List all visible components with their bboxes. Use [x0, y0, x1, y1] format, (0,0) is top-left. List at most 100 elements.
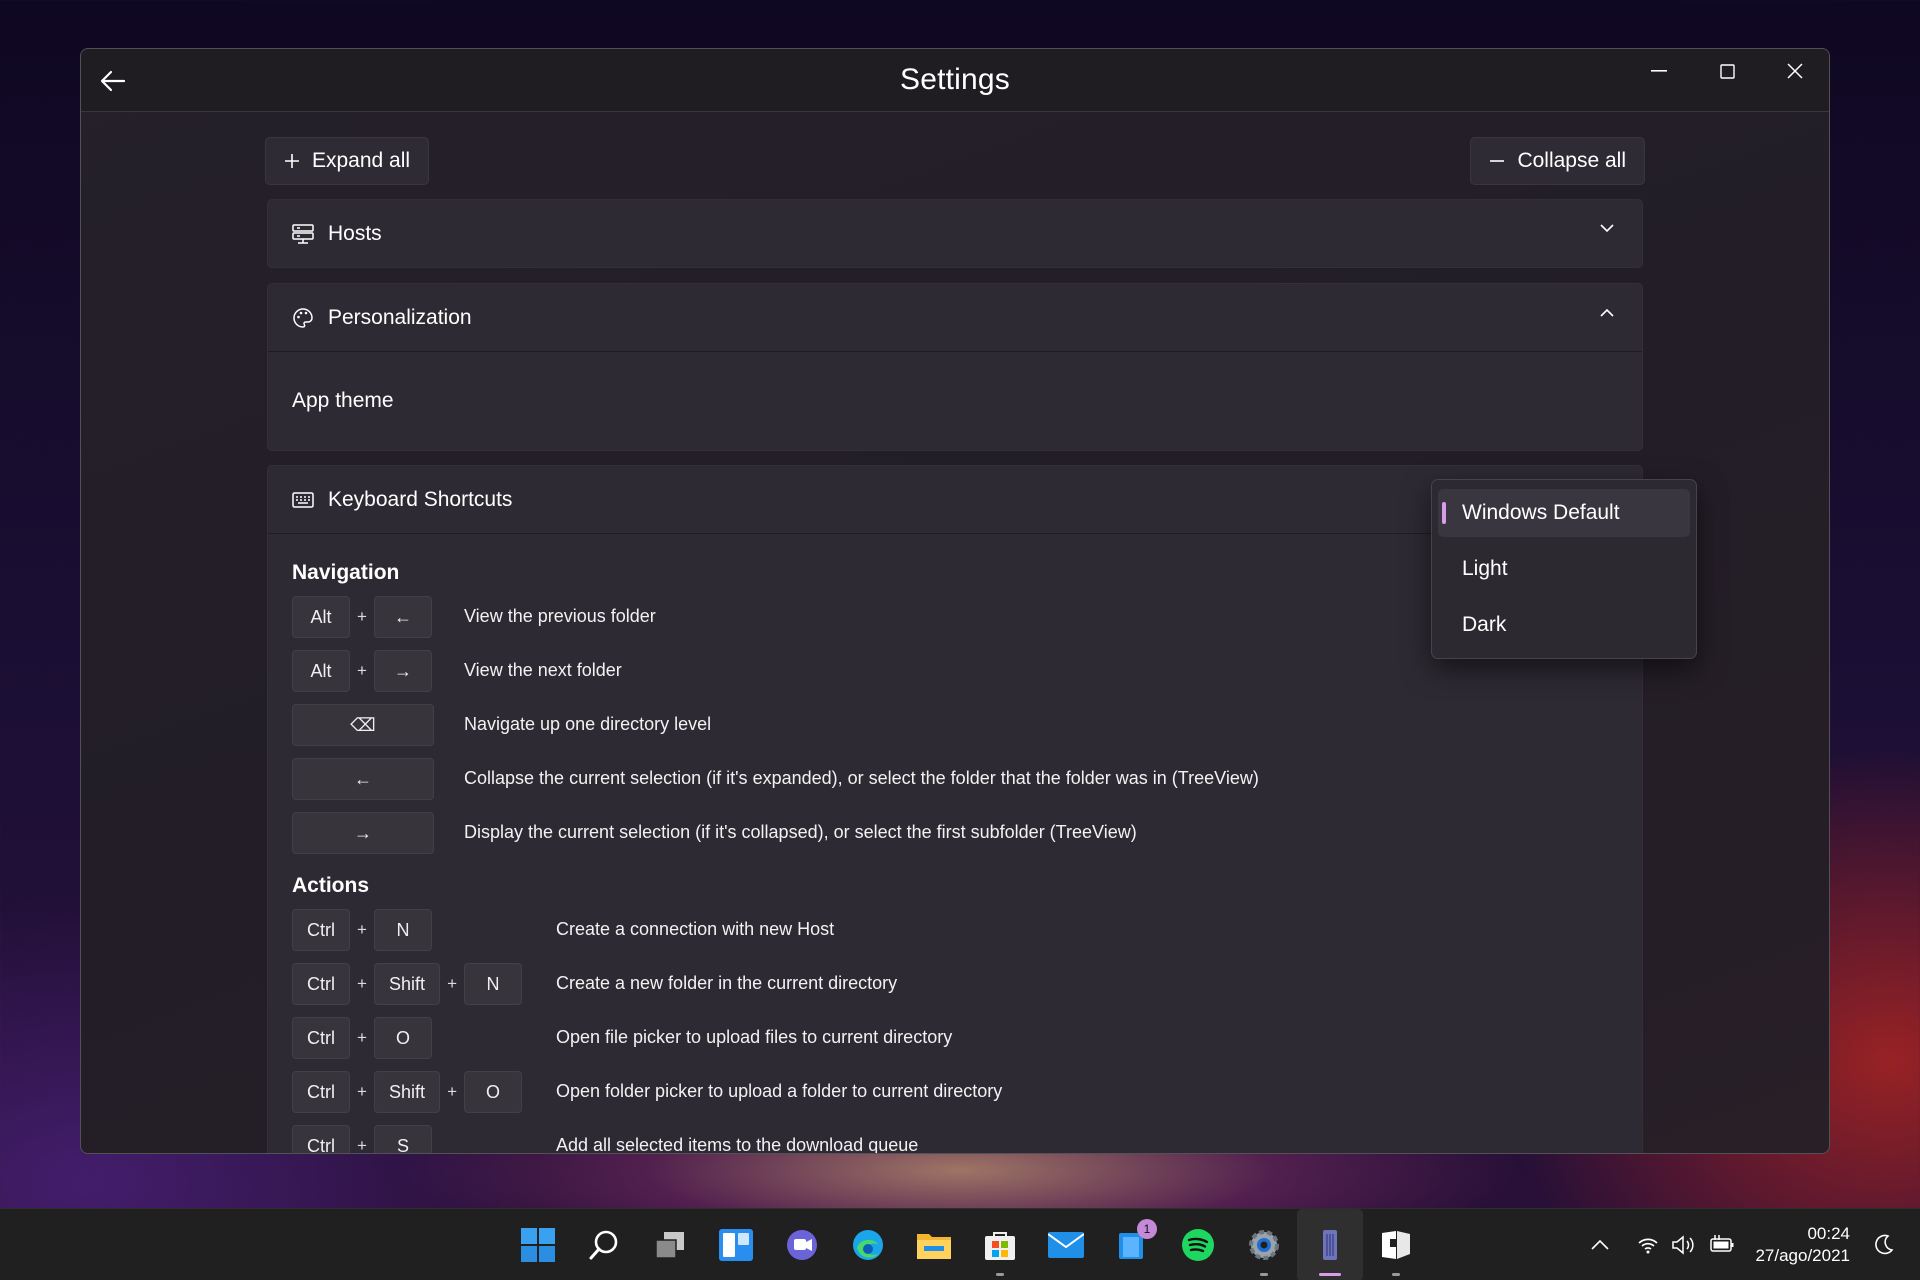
navigation-title: Navigation	[292, 561, 400, 584]
store-icon	[985, 1232, 1015, 1260]
theme-option-dark[interactable]: Dark	[1438, 601, 1690, 649]
show-hidden-icons-button[interactable]	[1591, 1240, 1610, 1250]
shortcut-row: Ctrl + Shift + O	[292, 1071, 523, 1113]
shortcut-description: Create a connection with new Host	[556, 919, 835, 939]
plus-sign: +	[357, 974, 367, 993]
maximize-button[interactable]	[1693, 49, 1761, 93]
store-button[interactable]	[967, 1209, 1033, 1280]
app-theme-label: App theme	[292, 389, 394, 412]
file-explorer-icon	[917, 1234, 951, 1259]
key-cap: N	[374, 909, 432, 951]
task-view-button[interactable]	[637, 1209, 703, 1280]
spotify-icon	[1182, 1229, 1214, 1261]
shortcut-description: View the next folder	[464, 660, 622, 680]
plus-sign: +	[357, 1082, 367, 1101]
personalization-section: Personalization App theme	[267, 283, 1643, 451]
running-indicator	[1392, 1273, 1400, 1276]
file-explorer-button[interactable]	[901, 1209, 967, 1280]
option-label: Light	[1462, 557, 1508, 580]
edge-button[interactable]	[835, 1209, 901, 1280]
app-theme-row: App theme	[268, 352, 1642, 450]
chat-icon	[787, 1230, 817, 1260]
search-icon	[589, 1230, 618, 1260]
plus-sign: +	[447, 1082, 457, 1101]
widgets-icon	[719, 1229, 753, 1261]
close-icon	[1787, 63, 1803, 79]
key-cap: O	[374, 1017, 432, 1059]
option-label: Dark	[1462, 613, 1507, 636]
settings-app-button[interactable]	[1231, 1209, 1297, 1280]
plus-sign: +	[357, 1136, 367, 1154]
chevron-up-icon	[1591, 1240, 1610, 1250]
task-view-icon	[655, 1232, 684, 1259]
chevron-up-icon	[1600, 308, 1614, 317]
personalization-header[interactable]: Personalization	[268, 284, 1642, 351]
collapse-all-button[interactable]: Collapse all	[1470, 137, 1645, 185]
shortcut-row: Alt + ←	[292, 596, 432, 638]
title-bar: Settings	[81, 49, 1829, 112]
minimize-icon	[1651, 70, 1667, 72]
key-cap: Alt	[292, 650, 350, 692]
shortcut-description: Open folder picker to upload a folder to…	[556, 1081, 1003, 1101]
spotify-button[interactable]	[1165, 1209, 1231, 1280]
widgets-button[interactable]	[703, 1209, 769, 1280]
keyboard-shortcuts-label: Keyboard Shortcuts	[328, 487, 513, 511]
key-cap: S	[374, 1125, 432, 1153]
running-indicator	[1260, 1273, 1268, 1276]
ftp-app-icon	[1323, 1230, 1337, 1260]
clock[interactable]: 00:24 27/ago/2021	[1755, 1223, 1850, 1267]
todo-button[interactable]: 1	[1099, 1209, 1165, 1280]
running-indicator	[996, 1273, 1004, 1276]
plus-sign: +	[357, 661, 367, 680]
taskbar: 1 00:24 27/ago/2021	[0, 1208, 1920, 1280]
shortcut-description: Collapse the current selection (if it's …	[464, 768, 1259, 788]
start-button[interactable]	[505, 1209, 571, 1280]
key-cap: Ctrl	[292, 1125, 350, 1153]
shortcut-description: Open file picker to upload files to curr…	[556, 1027, 953, 1047]
key-cap: Alt	[292, 596, 350, 638]
expand-all-button[interactable]: Expand all	[265, 137, 430, 185]
battery-button[interactable]	[1709, 1235, 1735, 1255]
hosts-header[interactable]: Hosts	[268, 200, 1642, 267]
plus-sign: +	[447, 974, 457, 993]
key-cap: →	[374, 650, 432, 692]
notes-app-button[interactable]	[1363, 1209, 1429, 1280]
chat-button[interactable]	[769, 1209, 835, 1280]
collapse-all-label: Collapse all	[1517, 149, 1626, 172]
ftp-app-button[interactable]	[1297, 1209, 1363, 1280]
network-button[interactable]	[1637, 1236, 1659, 1254]
notification-badge: 1	[1137, 1219, 1157, 1239]
minus-icon	[1490, 160, 1505, 162]
key-cap: Shift	[374, 1071, 441, 1113]
key-cap: Ctrl	[292, 1071, 350, 1113]
battery-icon	[1710, 1235, 1734, 1252]
minimize-button[interactable]	[1625, 49, 1693, 93]
mail-icon	[1048, 1232, 1084, 1258]
edge-icon	[853, 1230, 883, 1260]
shortcut-description: Navigate up one directory level	[464, 714, 712, 734]
mail-button[interactable]	[1033, 1209, 1099, 1280]
theme-option-light[interactable]: Light	[1438, 545, 1690, 593]
plus-sign: +	[357, 1028, 367, 1047]
key-cap: ←	[292, 758, 434, 800]
focus-assist-button[interactable]	[1874, 1234, 1894, 1256]
settings-window: Settings Expand all Collapse all Hosts P…	[80, 48, 1830, 1154]
key-cap: →	[292, 812, 434, 854]
app-theme-dropdown[interactable]: Windows Default Light Dark	[1431, 479, 1697, 659]
expand-all-label: Expand all	[312, 149, 411, 172]
close-button[interactable]	[1761, 49, 1829, 93]
theme-option-windows-default[interactable]: Windows Default	[1438, 489, 1690, 537]
option-label: Windows Default	[1462, 501, 1620, 524]
active-indicator	[1319, 1273, 1341, 1276]
notes-icon	[1382, 1231, 1410, 1259]
search-button[interactable]	[571, 1209, 637, 1280]
moon-icon	[1875, 1234, 1894, 1255]
taskbar-apps: 1	[505, 1209, 1429, 1280]
key-cap: Ctrl	[292, 1017, 350, 1059]
key-cap: ←	[374, 596, 432, 638]
key-cap: Ctrl	[292, 909, 350, 951]
shortcut-row: ←	[292, 758, 434, 800]
plus-sign: +	[357, 607, 367, 626]
volume-button[interactable]	[1671, 1235, 1697, 1255]
hosts-label: Hosts	[328, 221, 382, 245]
